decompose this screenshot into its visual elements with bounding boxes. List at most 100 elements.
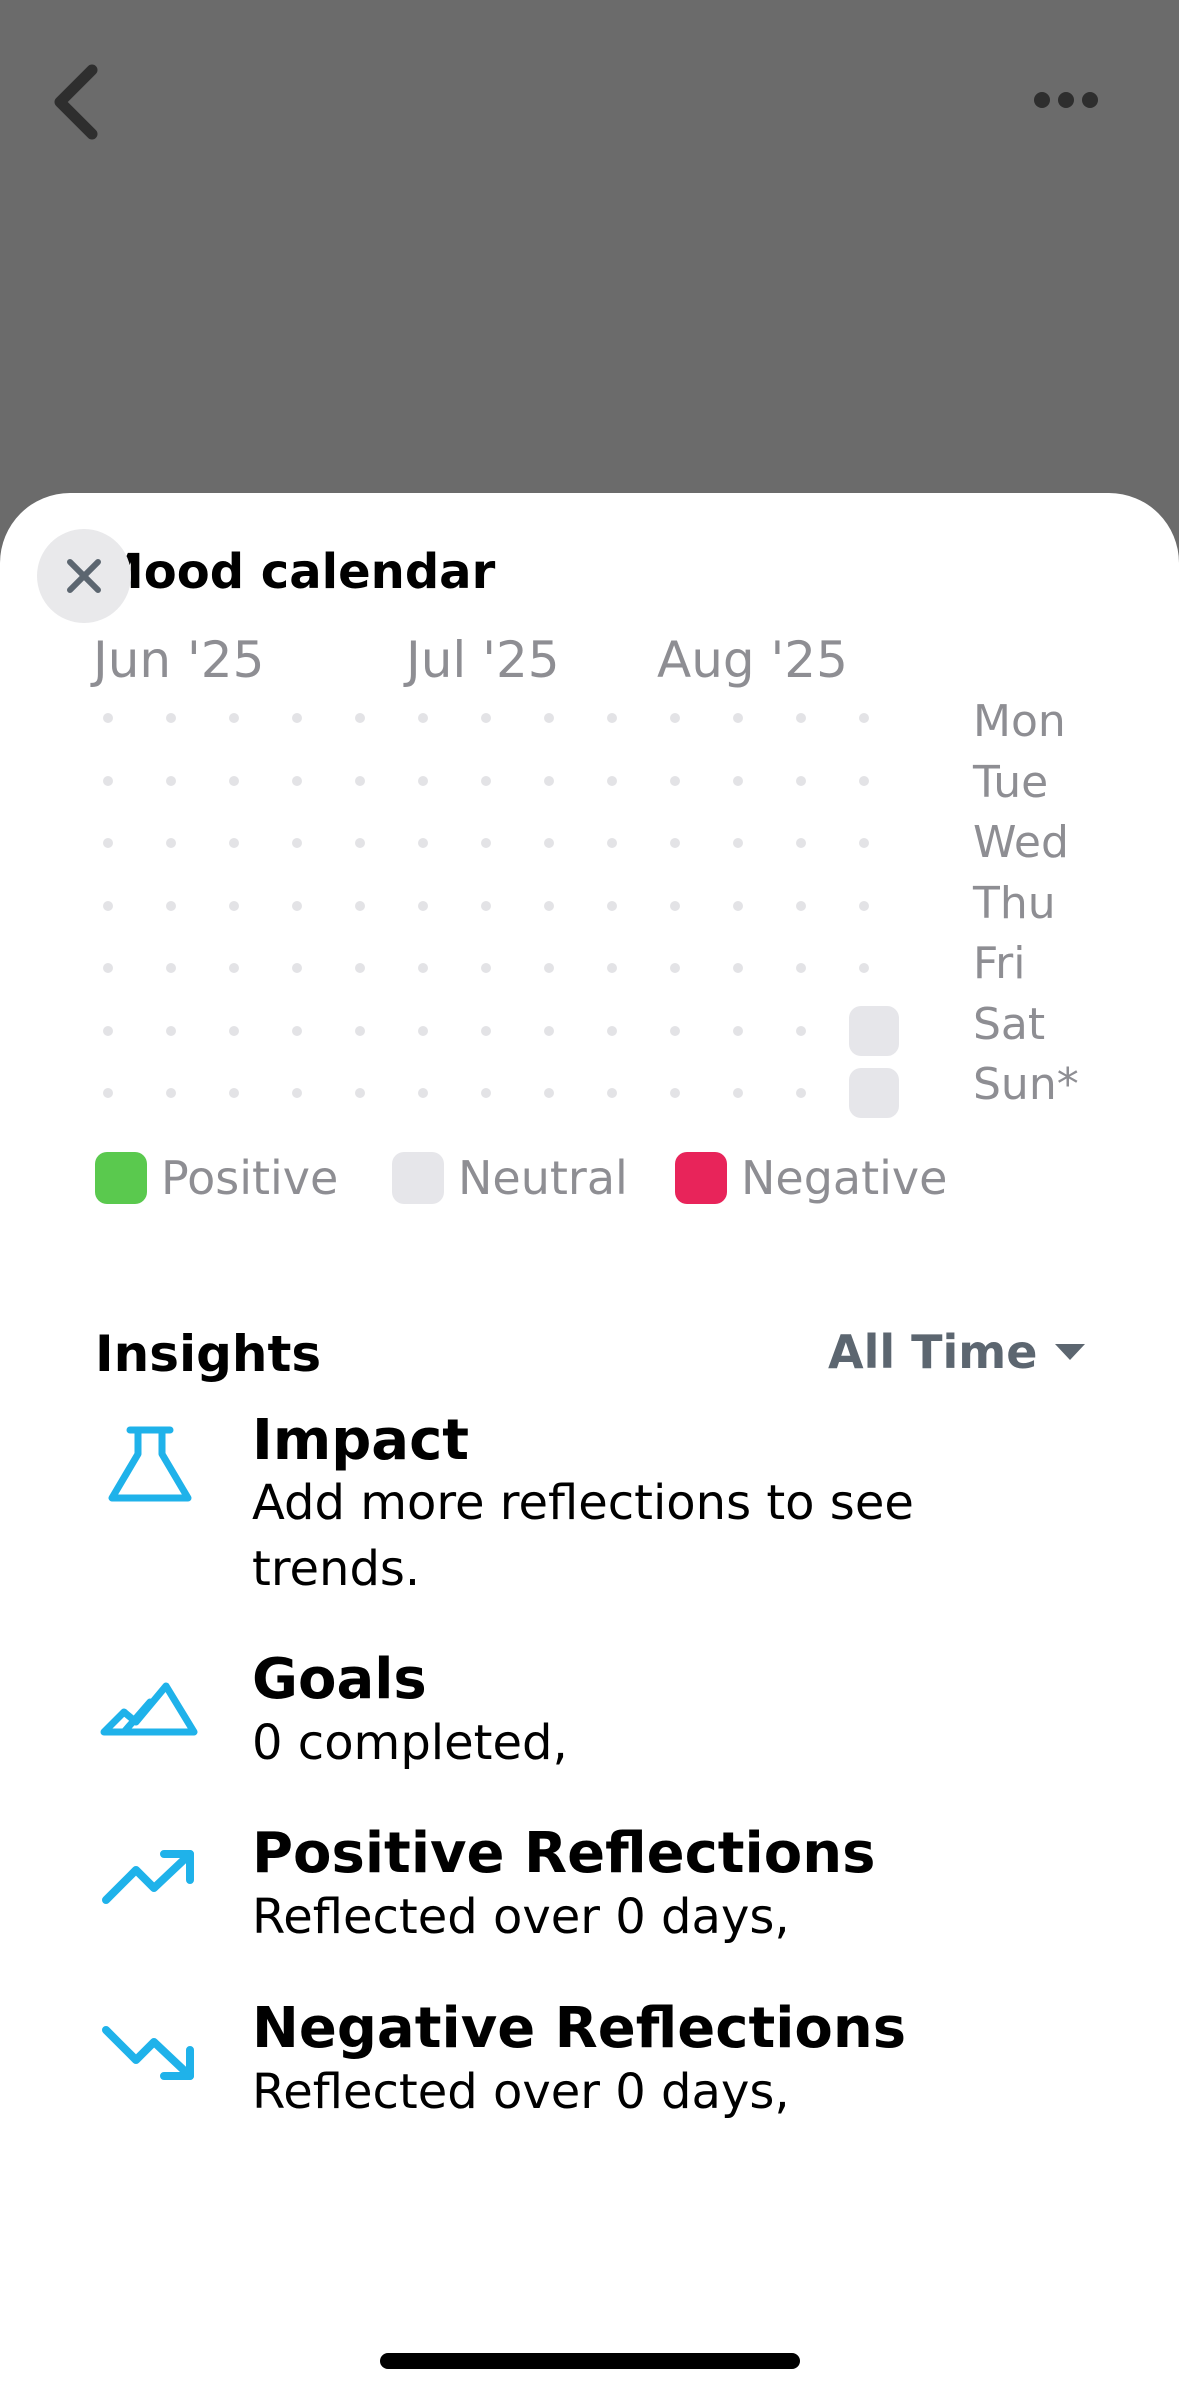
calendar-day-empty — [607, 1025, 617, 1036]
calendar-day-empty — [292, 1025, 302, 1036]
calendar-day-neutral[interactable] — [849, 1068, 899, 1118]
calendar-day-empty — [229, 775, 239, 786]
close-icon — [67, 559, 101, 593]
calendar-day-empty — [292, 713, 302, 723]
calendar-day-empty — [607, 713, 617, 723]
calendar-day-empty — [670, 1025, 680, 1036]
insight-positive-text: Reflected over 0 days, — [252, 1889, 790, 1945]
insight-impact-text: Add more reflections to see trends. — [252, 1475, 914, 1597]
calendar-day-empty — [229, 1088, 239, 1098]
weekday-label: Wed — [973, 817, 1069, 868]
calendar-day-empty — [166, 1025, 176, 1036]
calendar-day-empty — [292, 775, 302, 786]
weekday-label: Thu — [973, 877, 1056, 929]
calendar-day-empty — [670, 775, 680, 786]
legend-item-positive: Positive — [95, 1150, 338, 1206]
calendar-day-empty — [355, 900, 365, 911]
legend-label: Neutral — [458, 1151, 628, 1205]
calendar-day-empty — [229, 838, 239, 848]
insight-goals-title: Goals — [252, 1647, 427, 1712]
calendar-day-empty — [292, 838, 302, 848]
legend-item-negative: Negative — [675, 1150, 947, 1206]
sheet-title: Mood calendar — [96, 544, 496, 600]
calendar-day-empty — [796, 775, 806, 786]
calendar-day-empty — [229, 963, 239, 973]
calendar-day-empty — [418, 900, 428, 911]
calendar-day-empty — [166, 838, 176, 848]
calendar-day-empty — [481, 1088, 491, 1098]
calendar-day-empty — [859, 963, 869, 973]
calendar-day-empty — [355, 1088, 365, 1098]
calendar-day-empty — [481, 963, 491, 973]
calendar-day-empty — [544, 775, 554, 786]
calendar-day-empty — [733, 900, 743, 911]
calendar-day-empty — [544, 963, 554, 973]
insight-negative-title: Negative Reflections — [252, 1996, 907, 2061]
calendar-day-empty — [859, 900, 869, 911]
legend-swatch — [95, 1152, 147, 1204]
calendar-day-neutral[interactable] — [849, 1005, 899, 1056]
calendar-day-empty — [481, 713, 491, 723]
time-filter-dropdown[interactable]: All Time — [828, 1325, 1086, 1379]
chevron-left-icon — [54, 64, 98, 140]
more-dot-icon — [1082, 92, 1098, 108]
calendar-day-empty — [796, 900, 806, 911]
insights-title: Insights — [95, 1325, 322, 1383]
calendar-day-empty — [859, 838, 869, 848]
calendar-day-empty — [544, 1088, 554, 1098]
calendar-day-empty — [103, 900, 113, 911]
insight-impact-title: Impact — [252, 1408, 470, 1473]
calendar-day-empty — [796, 838, 806, 848]
calendar-day-empty — [418, 1088, 428, 1098]
calendar-day-empty — [355, 775, 365, 786]
calendar-day-empty — [166, 1088, 176, 1098]
calendar-day-empty — [103, 1025, 113, 1036]
trending-up-icon — [102, 1850, 194, 1904]
calendar-day-empty — [670, 1088, 680, 1098]
legend-label: Positive — [161, 1151, 339, 1205]
calendar-day-empty — [733, 838, 743, 848]
calendar-day-empty — [607, 963, 617, 973]
calendar-day-empty — [859, 775, 869, 786]
legend-label: Negative — [741, 1151, 948, 1205]
calendar-day-empty — [103, 1088, 113, 1098]
calendar-day-empty — [607, 775, 617, 786]
calendar-day-empty — [292, 1088, 302, 1098]
weekday-label: Tue — [973, 756, 1049, 808]
insight-positive-title: Positive Reflections — [252, 1821, 876, 1886]
calendar-day-empty — [481, 1025, 491, 1036]
calendar-day-empty — [733, 1088, 743, 1098]
calendar-day-empty — [796, 963, 806, 973]
month-label: Aug '25 — [657, 631, 848, 689]
calendar-day-empty — [355, 1025, 365, 1036]
calendar-day-empty — [418, 713, 428, 723]
weekday-label: Sun* — [973, 1059, 1079, 1110]
close-button[interactable] — [37, 529, 131, 623]
calendar-day-empty — [796, 1088, 806, 1098]
mountain-icon — [100, 1682, 198, 1736]
weekday-label: Mon — [973, 696, 1066, 747]
caret-down-icon — [1055, 1344, 1086, 1360]
back-button[interactable] — [50, 62, 110, 142]
calendar-day-empty — [355, 838, 365, 848]
calendar-day-empty — [544, 713, 554, 723]
calendar-day-empty — [103, 775, 113, 786]
calendar-day-empty — [166, 775, 176, 786]
calendar-day-empty — [796, 713, 806, 723]
calendar-day-empty — [607, 1088, 617, 1098]
calendar-day-empty — [544, 900, 554, 911]
calendar-day-empty — [355, 963, 365, 973]
calendar-day-empty — [670, 838, 680, 848]
calendar-day-empty — [103, 963, 113, 973]
more-options-button[interactable] — [1034, 80, 1114, 120]
calendar-day-empty — [670, 900, 680, 911]
calendar-day-empty — [292, 963, 302, 973]
calendar-day-empty — [166, 900, 176, 911]
legend-swatch — [392, 1152, 444, 1204]
month-label: Jul '25 — [406, 631, 560, 689]
legend-swatch — [675, 1152, 727, 1204]
calendar-day-empty — [418, 963, 428, 973]
calendar-day-empty — [418, 775, 428, 786]
calendar-day-empty — [796, 1025, 806, 1036]
more-dot-icon — [1058, 92, 1074, 108]
